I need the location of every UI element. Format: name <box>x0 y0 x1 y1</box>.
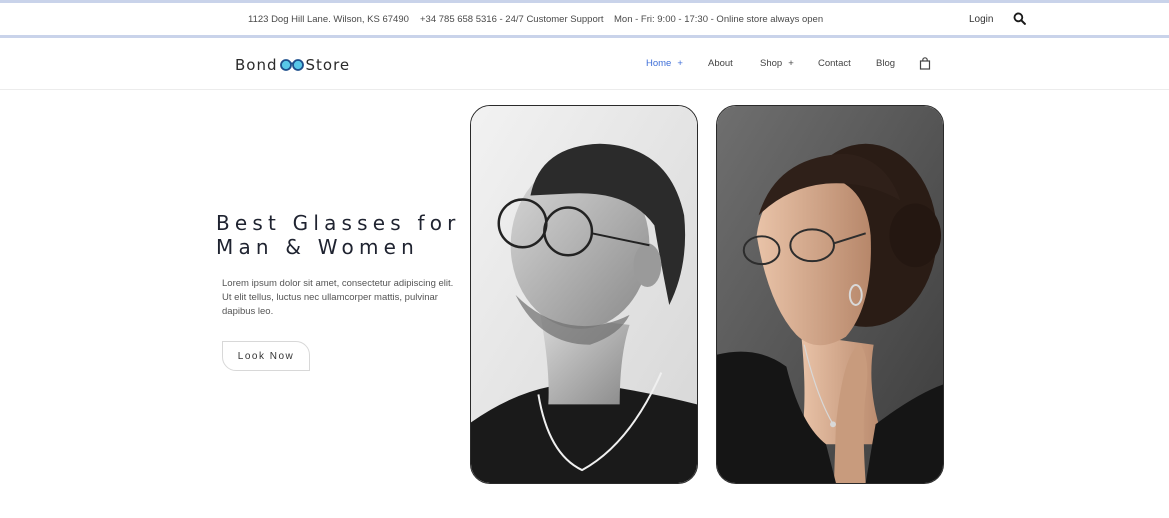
nav-home[interactable]: Home + <box>646 58 683 69</box>
nav-home-expand-icon: + <box>677 58 683 69</box>
shopping-bag-icon[interactable] <box>919 57 931 70</box>
nav-shop[interactable]: Shop + <box>760 58 794 69</box>
woman-with-glasses-photo <box>716 105 944 484</box>
hero-description: Lorem ipsum dolor sit amet, consectetur … <box>222 278 454 317</box>
store-address: 1123 Dog Hill Lane. Wilson, KS 67490 <box>248 14 409 25</box>
site-logo[interactable]: Bond Store <box>235 55 350 75</box>
nav-blog[interactable]: Blog <box>876 58 895 69</box>
logo-text-right: Store <box>305 56 351 74</box>
opening-hours: Mon - Fri: 9:00 - 17:30 - Online store a… <box>614 14 824 25</box>
login-link[interactable]: Login <box>969 14 993 25</box>
man-with-glasses-photo <box>470 105 698 484</box>
nav-home-label: Home <box>646 58 672 69</box>
glasses-icon <box>279 59 304 71</box>
hero-title: Best Glasses for Man & Women <box>216 211 466 259</box>
support-phone: +34 785 658 5316 - 24/7 Customer Support <box>420 14 604 25</box>
nav-contact[interactable]: Contact <box>818 58 851 69</box>
logo-text-left: Bond <box>235 56 278 74</box>
main-navbar: Bond Store Home + About Shop + Contact Blo… <box>0 38 1169 90</box>
nav-shop-expand-icon: + <box>788 58 794 69</box>
search-icon[interactable] <box>1013 12 1026 25</box>
nav-about[interactable]: About <box>708 58 733 69</box>
hero-title-line-1: Best Glasses for <box>216 211 461 235</box>
nav-shop-label: Shop <box>760 58 783 69</box>
look-now-button[interactable]: Look Now <box>222 341 310 371</box>
hero-title-line-2: Man & Women <box>216 235 420 259</box>
top-info-bar: 1123 Dog Hill Lane. Wilson, KS 67490 +34… <box>0 0 1169 38</box>
